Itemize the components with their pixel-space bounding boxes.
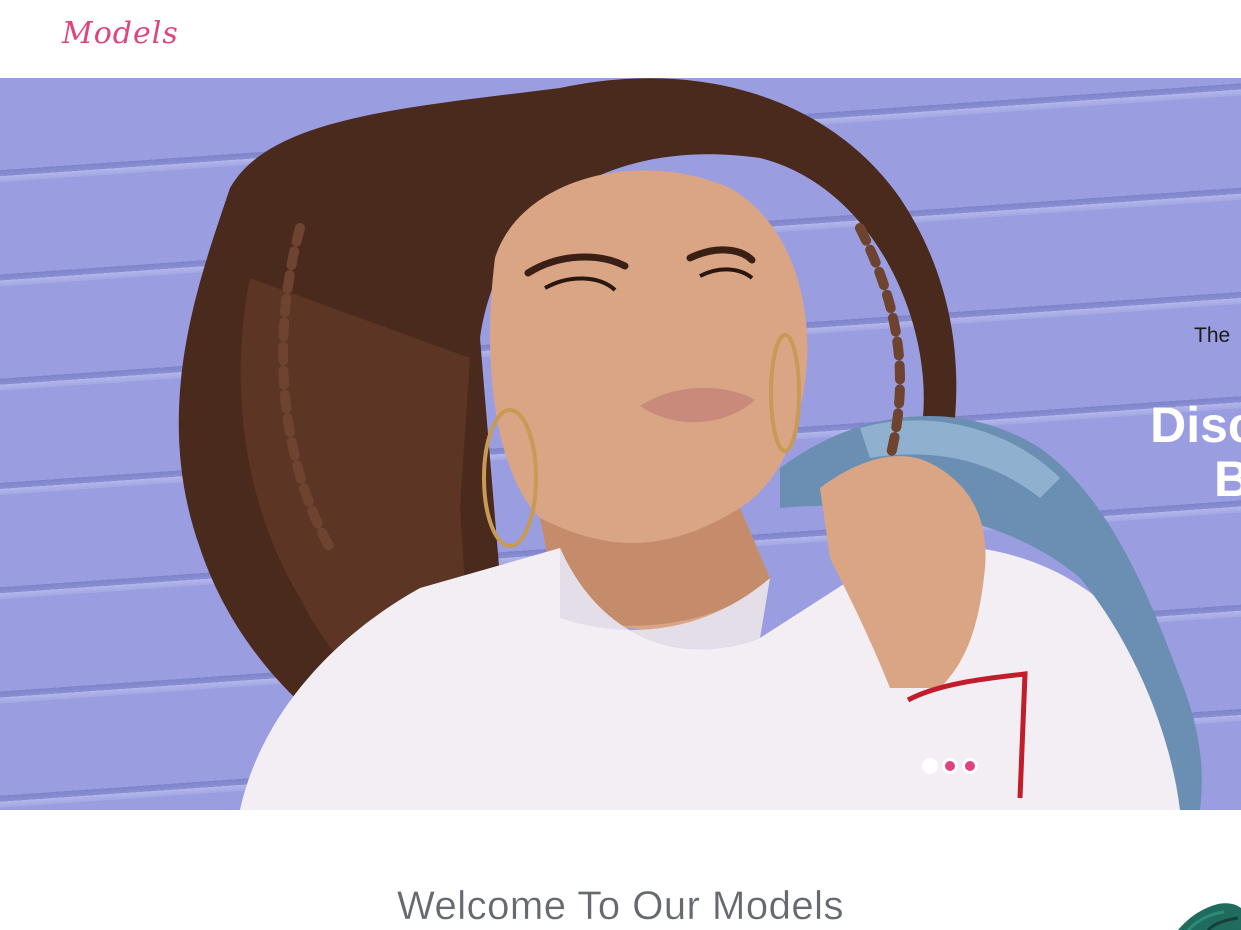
slide-title: Discove Be bbox=[1056, 398, 1241, 506]
site-header: Models bbox=[0, 0, 1241, 78]
hero-model-image bbox=[178, 78, 1202, 810]
hero-slider: The Discove Be bbox=[0, 78, 1241, 810]
slide-kicker-text: The bbox=[1194, 324, 1231, 347]
plant-decoration-icon bbox=[1178, 903, 1241, 930]
logo-link[interactable]: Models bbox=[62, 16, 179, 51]
slider-dot-2[interactable] bbox=[942, 758, 958, 774]
slider-dot-3[interactable] bbox=[962, 758, 978, 774]
slider-dot-1[interactable] bbox=[922, 758, 938, 774]
slide-title-line-1: Discove bbox=[1150, 396, 1241, 453]
slide-title-line-2: Be bbox=[1214, 450, 1241, 507]
welcome-heading: Welcome To Our Models bbox=[397, 884, 844, 928]
slider-pagination bbox=[922, 758, 978, 774]
